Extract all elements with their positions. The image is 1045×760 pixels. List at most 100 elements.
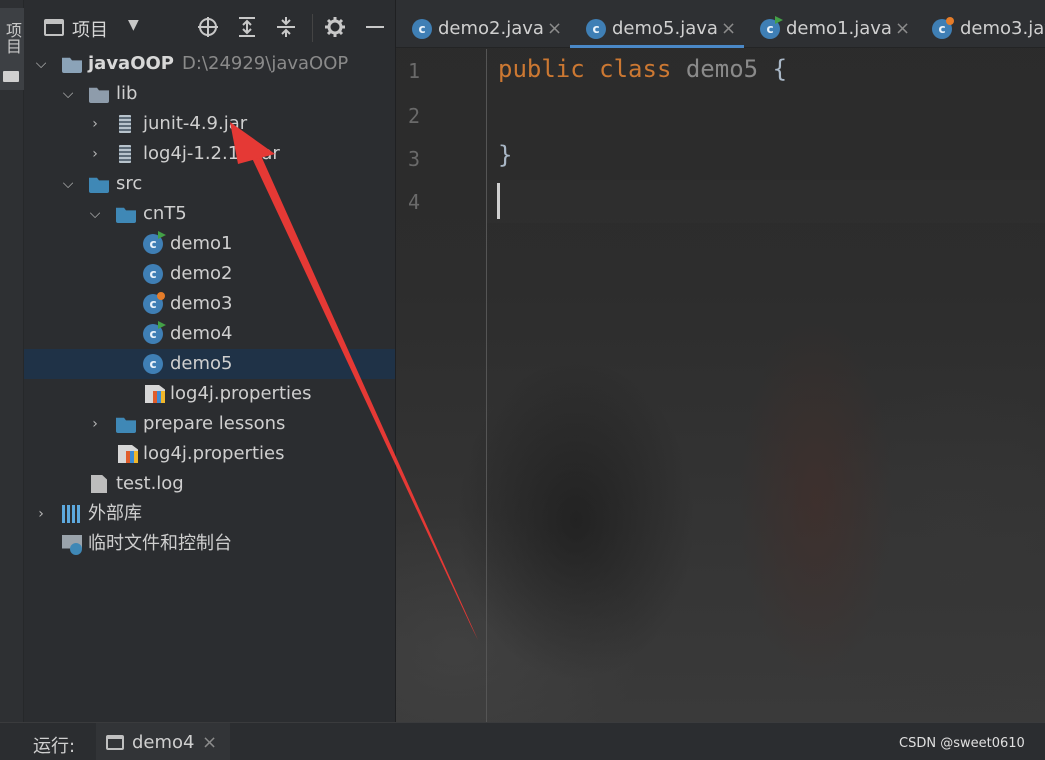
editor-tab-bar: c demo2.java × c demo5.java × c demo1.ja… (396, 0, 1045, 48)
chevron-right-icon[interactable]: › (88, 409, 102, 439)
properties-file-icon (118, 445, 138, 463)
project-panel-title[interactable]: 项目 (72, 16, 108, 42)
tree-item-label: prepare lessons (143, 413, 286, 434)
close-icon[interactable]: × (547, 0, 562, 58)
java-class-icon: c (143, 264, 163, 284)
tree-item-src[interactable]: ⌵ src (24, 169, 395, 199)
java-class-icon: c (143, 321, 166, 344)
project-path: D:\24929\javaOOP (182, 53, 349, 74)
java-class-icon: c (412, 19, 432, 39)
tab-label: demo5.java (612, 18, 718, 39)
tree-item-label: cnT5 (143, 203, 187, 224)
run-tab-demo4[interactable]: demo4 × (96, 723, 230, 760)
project-panel-header: 项目 ▼ (24, 0, 395, 46)
text-cursor (497, 183, 500, 219)
run-badge-icon (775, 16, 783, 24)
left-tool-strip: 项目 (0, 0, 24, 722)
tree-item-external-libraries[interactable]: › 外部库 (24, 499, 395, 529)
locate-icon[interactable] (197, 16, 219, 38)
package-icon (116, 417, 136, 433)
gear-icon[interactable] (324, 16, 346, 38)
tree-item-label: junit-4.9.jar (143, 113, 248, 134)
library-icon (62, 505, 82, 523)
run-badge-icon (158, 231, 166, 239)
close-icon[interactable]: × (895, 0, 910, 58)
window-icon (44, 19, 64, 36)
expand-all-icon[interactable] (236, 16, 258, 38)
java-class-icon: c (932, 17, 954, 39)
keyword-class: class (599, 55, 672, 83)
java-class-icon: c (143, 292, 165, 314)
module-folder-icon (62, 57, 82, 73)
tab-demo5[interactable]: c demo5.java × (570, 0, 744, 48)
console-icon (106, 735, 124, 750)
code-line-1[interactable]: public class demo5 { (498, 55, 787, 83)
gutter-divider (486, 49, 487, 722)
chevron-right-icon[interactable]: › (88, 109, 102, 139)
tab-demo1[interactable]: c demo1.java × (744, 0, 918, 48)
tree-item-lib[interactable]: ⌵ lib (24, 79, 395, 109)
tree-item-test-log[interactable]: test.log (24, 469, 395, 499)
tree-item-label: log4j.properties (143, 443, 285, 464)
tree-item-cnt5[interactable]: ⌵ cnT5 (24, 199, 395, 229)
chevron-down-icon[interactable]: ⌵ (34, 49, 48, 79)
tree-item-javaoop[interactable]: ⌵ javaOOP D:\24929\javaOOP (24, 49, 395, 79)
source-folder-icon (89, 177, 109, 193)
tree-item-label: 外部库 (88, 503, 142, 524)
project-tool-tab-label: 项目 (3, 22, 22, 54)
java-class-icon: c (760, 16, 783, 39)
tree-item-demo3[interactable]: c demo3 (24, 289, 395, 319)
tree-item-log4j-properties-root[interactable]: log4j.properties (24, 439, 395, 469)
chevron-right-icon[interactable]: › (88, 139, 102, 169)
project-name: javaOOP (88, 53, 174, 74)
minimize-icon[interactable] (364, 16, 386, 38)
tree-item-prepare-lessons[interactable]: › prepare lessons (24, 409, 395, 439)
editor-background-image (396, 0, 1045, 722)
tab-demo2[interactable]: c demo2.java × (396, 0, 570, 48)
code-line-3[interactable]: } (498, 141, 512, 169)
tree-item-label: demo2 (170, 263, 233, 284)
line-number-gutter: 1 2 3 4 (396, 49, 487, 722)
header-divider (312, 14, 313, 42)
tree-item-demo2[interactable]: c demo2 (24, 259, 395, 289)
class-name: demo5 (685, 55, 759, 83)
current-line-highlight (487, 180, 1045, 223)
run-badge-icon (158, 321, 166, 329)
text-file-icon (91, 475, 107, 493)
tree-item-label: demo5 (170, 353, 233, 374)
tree-item-demo4[interactable]: c demo4 (24, 319, 395, 349)
jar-icon (119, 145, 131, 163)
tree-item-label: src (116, 173, 143, 194)
chevron-down-icon[interactable]: ⌵ (61, 169, 75, 199)
tree-item-junit-jar[interactable]: › junit-4.9.jar (24, 109, 395, 139)
watermark: CSDN @sweet0610 (899, 736, 1025, 751)
close-icon[interactable]: × (721, 0, 736, 58)
chevron-down-icon[interactable]: ⌵ (88, 199, 102, 229)
tab-label: demo3.java (960, 18, 1045, 39)
tree-item-log4j-jar[interactable]: › log4j-1.2.17.jar (24, 139, 395, 169)
folder-icon (89, 87, 109, 103)
line-number: 2 (407, 104, 420, 128)
collapse-all-icon[interactable] (275, 16, 297, 38)
tree-item-scratches-consoles[interactable]: 临时文件和控制台 (24, 529, 395, 559)
chevron-right-icon[interactable]: › (34, 499, 48, 529)
tab-demo3[interactable]: c demo3.java (918, 0, 1045, 48)
tree-item-label: demo3 (170, 293, 233, 314)
tree-item-label: javaOOP D:\24929\javaOOP (88, 49, 348, 79)
chevron-down-icon[interactable]: ▼ (128, 17, 139, 33)
line-number: 3 (407, 147, 420, 171)
package-icon (116, 207, 136, 223)
tree-item-label: log4j.properties (170, 383, 312, 404)
tree-item-log4j-properties[interactable]: log4j.properties (24, 379, 395, 409)
close-icon[interactable]: × (202, 732, 217, 753)
tree-item-demo1[interactable]: c demo1 (24, 229, 395, 259)
tree-item-label: 临时文件和控制台 (88, 533, 232, 554)
jar-icon (119, 115, 131, 133)
project-tool-tab[interactable]: 项目 (0, 8, 24, 90)
clock-icon (70, 543, 82, 555)
error-badge-icon (157, 292, 165, 300)
tree-item-demo5[interactable]: c demo5 (24, 349, 395, 379)
tree-item-label: test.log (116, 473, 184, 494)
chevron-down-icon[interactable]: ⌵ (61, 79, 75, 109)
line-number: 4 (407, 190, 420, 214)
